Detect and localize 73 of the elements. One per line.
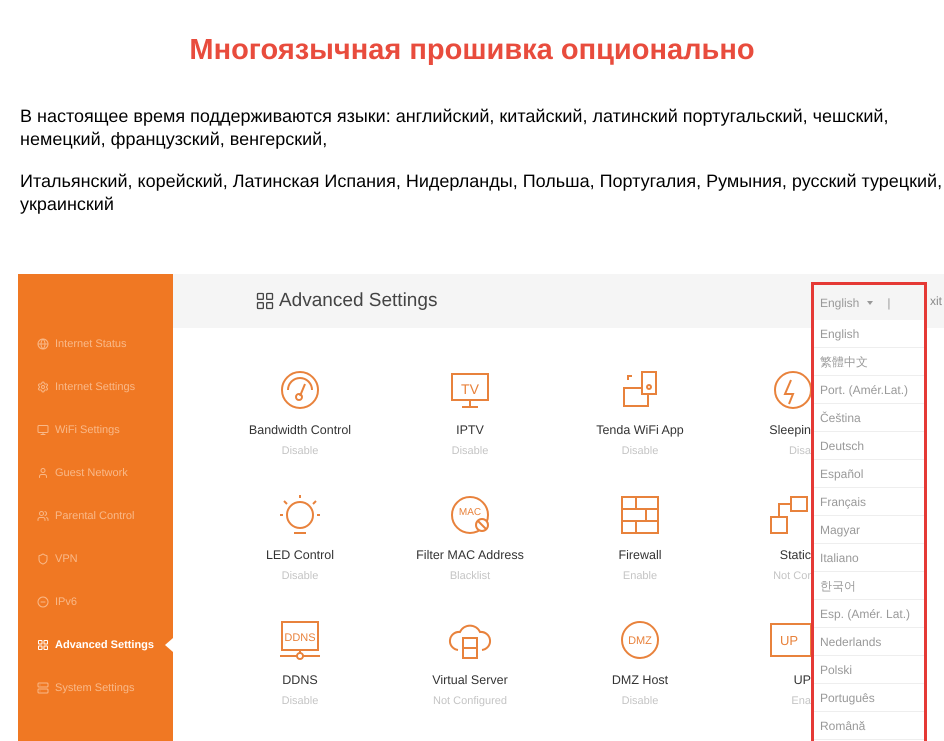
feature-name[interactable]: Firewall bbox=[618, 546, 662, 565]
page-heading: Многоязычная прошивка опционально bbox=[188, 33, 756, 68]
feature-name[interactable]: Filter MAC Address bbox=[416, 546, 524, 565]
menu-item-icon bbox=[37, 553, 49, 566]
feature-name[interactable]: DDNS bbox=[282, 671, 318, 690]
feature-status: Disable bbox=[282, 444, 318, 459]
language-select[interactable]: English | bbox=[814, 285, 924, 320]
sidebar-item[interactable]: VPN bbox=[18, 551, 78, 568]
feature-status: Disable bbox=[622, 694, 658, 709]
language-option[interactable]: Čeština bbox=[814, 404, 924, 432]
feature-name[interactable]: Sleepin bbox=[769, 421, 811, 440]
exit-link[interactable]: xit bbox=[930, 292, 944, 310]
feature-icon: DMZ bbox=[618, 618, 662, 662]
page-title: Advanced Settings bbox=[279, 288, 438, 313]
language-option[interactable]: Port. (Amér.Lat.) bbox=[814, 376, 924, 404]
sidebar-item[interactable]: IPv6 bbox=[18, 594, 78, 610]
menu-item-icon bbox=[37, 424, 49, 436]
language-option[interactable]: Português bbox=[814, 684, 924, 712]
language-option[interactable]: 한국어 bbox=[814, 572, 924, 600]
feature-status: Disable bbox=[452, 444, 488, 459]
language-option[interactable]: Italiano bbox=[814, 544, 924, 572]
menu-item-icon bbox=[37, 510, 49, 522]
feature-status: Disable bbox=[282, 694, 318, 709]
feature-icon bbox=[618, 493, 662, 537]
feature-status: Disable bbox=[282, 568, 318, 584]
language-option[interactable]: Esp. (Amér. Lat.) bbox=[814, 600, 924, 628]
sidebar-item[interactable]: Parental Control bbox=[18, 508, 134, 524]
feature-status: Disa bbox=[788, 444, 811, 459]
feature-name[interactable]: UP bbox=[794, 671, 811, 690]
menu-item-icon bbox=[37, 639, 49, 652]
menu-item-icon bbox=[37, 596, 49, 608]
paragraph: В настоящее время поддерживаются языки: английский, китайский, латинский португальский, чешский, немецкий, французский, венгерский, bbox=[20, 105, 890, 151]
feature-status: Disable bbox=[622, 444, 658, 459]
language-option[interactable]: 繁體中文 bbox=[814, 348, 924, 376]
feature-name[interactable]: Bandwidth Control bbox=[248, 421, 352, 440]
sidebar-item[interactable]: Guest Network bbox=[18, 465, 128, 482]
paragraph: Итальянский, корейский, Латинская Испания, Нидерланды, Польша, Португалия, Румыния, русский турецкий, украинский bbox=[20, 170, 944, 216]
language-option[interactable]: Magyar bbox=[814, 516, 924, 544]
feature-name[interactable]: DMZ Host bbox=[612, 671, 668, 690]
feature-icon: MAC bbox=[448, 493, 492, 537]
sidebar-item[interactable]: System Settings bbox=[18, 680, 134, 696]
feature-icon bbox=[278, 493, 322, 537]
language-option[interactable]: Français bbox=[814, 488, 924, 516]
menu-item-icon bbox=[37, 381, 49, 394]
feature-icon bbox=[278, 368, 322, 412]
feature-status: Ena bbox=[791, 694, 811, 709]
language-option[interactable]: Nederlands bbox=[814, 628, 924, 656]
language-option[interactable]: Español bbox=[814, 460, 924, 488]
menu-item-icon bbox=[37, 467, 49, 480]
feature-name[interactable]: Static bbox=[780, 546, 811, 565]
grid-icon bbox=[255, 291, 275, 311]
separator: | bbox=[887, 294, 890, 312]
feature-status: Blacklist bbox=[450, 568, 490, 584]
language-option[interactable]: Deutsch bbox=[814, 432, 924, 460]
menu-item-icon bbox=[37, 682, 49, 694]
selection-notch bbox=[165, 638, 173, 652]
language-option[interactable]: Polski bbox=[814, 656, 924, 684]
sidebar-item[interactable]: Internet Settings bbox=[18, 379, 136, 396]
caret-icon bbox=[867, 300, 874, 304]
feature-icon bbox=[767, 493, 811, 537]
menu-item-icon bbox=[37, 338, 49, 350]
feature-name[interactable]: Tenda WiFi App bbox=[596, 421, 684, 440]
feature-status: Enable bbox=[622, 568, 658, 584]
language-option[interactable]: Română bbox=[814, 712, 924, 740]
sidebar-item[interactable]: Advanced Settings bbox=[18, 637, 154, 654]
sidebar-item[interactable]: WiFi Settings bbox=[18, 422, 120, 438]
feature-status: Not Cor bbox=[773, 568, 811, 584]
sidebar-item[interactable]: Internet Status bbox=[18, 336, 127, 352]
feature-name[interactable]: IPTV bbox=[456, 421, 484, 440]
language-option[interactable]: English bbox=[814, 320, 924, 348]
feature-status: Not Configured bbox=[433, 694, 507, 709]
feature-name[interactable]: LED Control bbox=[266, 546, 334, 565]
feature-name[interactable]: Virtual Server bbox=[432, 671, 508, 690]
